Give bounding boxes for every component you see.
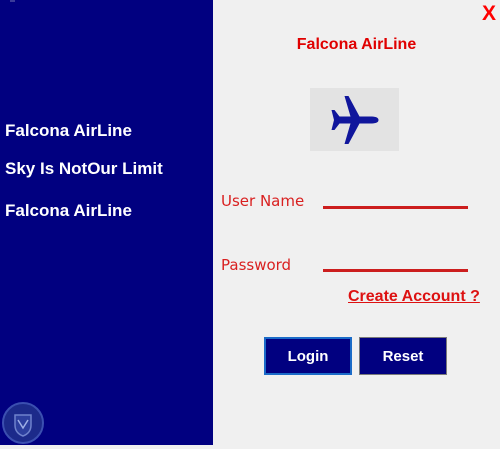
brand-name-text: Falcona AirLine (5, 121, 132, 140)
reset-button[interactable]: Reset (359, 337, 447, 375)
close-button[interactable]: X (482, 2, 496, 26)
username-label: User Name (221, 192, 305, 210)
username-input[interactable] (323, 186, 468, 209)
slogan-text: Sky Is NotOur Limit (5, 159, 163, 178)
password-label: Password (221, 256, 292, 274)
create-account-link[interactable]: Create Account ? (348, 288, 480, 306)
password-input[interactable] (323, 249, 468, 272)
airplane-icon (310, 88, 399, 151)
login-panel: X Falcona AirLine User Name Password Cre… (213, 0, 500, 445)
brand-name-text-repeat: Falcona AirLine (5, 201, 132, 220)
corner-mark (10, 0, 15, 2)
app-title: Falcona AirLine (296, 36, 417, 53)
login-button[interactable]: Login (264, 337, 352, 375)
left-branding-panel: Falcona AirLine Sky Is NotOur Limit Falc… (0, 0, 213, 445)
shield-logo-icon (1, 401, 45, 445)
